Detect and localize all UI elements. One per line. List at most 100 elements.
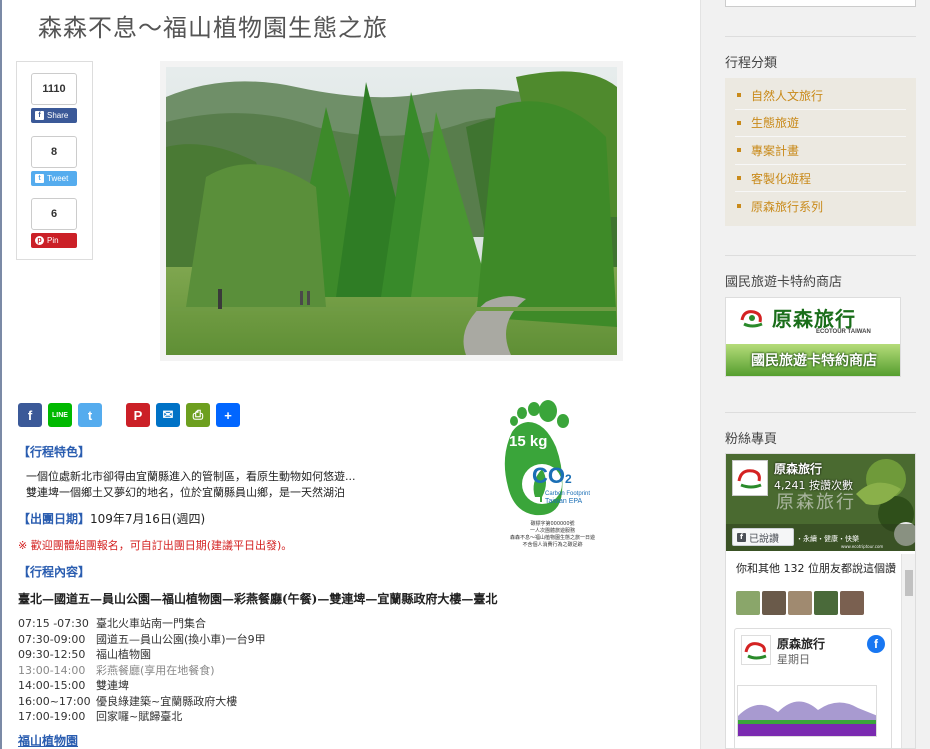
schedule-row: 17:00-19:00 回家囉~賦歸臺北 (18, 709, 266, 725)
group-notice: ※ 歡迎團體組團報名，可自訂出團日期(建議平日出發)。 (18, 539, 293, 552)
sidebar-search-input[interactable] (725, 0, 916, 7)
travel-card-banner[interactable]: 原森旅行 ECOTOUR TAIWAN 國民旅遊卡特約商店 (725, 297, 901, 377)
category-label: 原森旅行系列 (751, 199, 824, 214)
facebook-icon[interactable]: f (18, 403, 42, 427)
facebook-post-card[interactable]: 原森旅行 星期日 f (734, 628, 892, 748)
cover-tagline: ・永續・健康・快樂 (796, 535, 859, 543)
more-icon[interactable]: + (216, 403, 240, 427)
hero-photo[interactable] (166, 67, 617, 355)
schedule-time: 13:00-14:00 (18, 663, 86, 677)
schedule-row: 07:30-09:00 國道五—員山公園(換小車)一台9甲 (18, 632, 266, 648)
schedule-row: 14:00-15:00 雙連埤 (18, 678, 266, 694)
facebook-share-button[interactable]: f Share (31, 108, 77, 123)
bullet-icon (737, 148, 741, 153)
facebook-icon: f (867, 635, 885, 653)
features-text: 一個位處新北市卻得由宜蘭縣進入的管制區，看原生動物如何悠遊... 雙連埤一個鄉土… (26, 469, 356, 501)
facebook-cover[interactable]: 原森旅行 4,241 按讚次數 原森旅行 ・永續・健康・快樂 www.ecotr… (726, 454, 915, 551)
features-line: 一個位處新北市卻得由宜蘭縣進入的管制區，看原生動物如何悠遊... (26, 470, 356, 483)
avatar[interactable] (736, 591, 760, 615)
category-title: 行程分類 (725, 56, 778, 71)
avatar[interactable] (814, 591, 838, 615)
carbon-footprint-label: 15 kg CO2 Carbon Footprint Taiwan EPA 碳標… (490, 397, 615, 559)
forest-landscape-image (166, 67, 617, 355)
banner-brand: 原森旅行 (772, 307, 856, 331)
twitter-icon: t (35, 174, 44, 183)
post-avatar (741, 635, 771, 665)
schedule-time: 17:00-19:00 (18, 710, 86, 723)
carbon-caption: 碳標字第000000號 一人次團體旅遊服務 森森不息～福山植物園生態之旅一日遊 … (490, 521, 615, 549)
bullet-icon (737, 120, 741, 125)
twitter-icon[interactable]: t (78, 403, 102, 427)
schedule-desc: 彩燕餐廳(享用在地餐食) (96, 663, 215, 677)
avatar[interactable] (788, 591, 812, 615)
category-label: 生態旅遊 (751, 116, 800, 131)
pinterest-share: 6 p Pin (31, 198, 77, 248)
facebook-page-avatar[interactable] (732, 460, 768, 496)
co2-text: CO (532, 463, 565, 488)
schedule-row: 13:00-14:00 彩燕餐廳(享用在地餐食) (18, 663, 266, 679)
category-item[interactable]: 生態旅遊 (735, 110, 906, 138)
facebook-share: 1110 f Share (31, 73, 77, 123)
avatar[interactable] (840, 591, 864, 615)
cover-watermark: 原森旅行 (776, 492, 856, 513)
content-heading: 【行程內容】 (18, 565, 91, 579)
carbon-caption-line: 森森不息～福山植物園生態之旅一日遊 (509, 535, 595, 541)
category-item[interactable]: 專案計畫 (735, 137, 906, 165)
schedule-desc: 優良綠建築~宜蘭縣政府大樓 (96, 694, 238, 708)
schedule-time: 16:00~17:00 (18, 694, 91, 708)
print-icon[interactable]: ⎙ (186, 403, 210, 427)
fushan-link[interactable]: 福山植物園 (18, 732, 78, 749)
share-counter-box: 1110 f Share 8 t Tweet 6 p Pin (16, 61, 93, 260)
schedule-row: 07:15 -07:30 臺北火車站南一門集合 (18, 616, 266, 632)
schedule-row: 09:30-12:50 福山植物園 (18, 647, 266, 663)
bullet-icon (737, 176, 741, 181)
category-label: 自然人文旅行 (751, 88, 824, 103)
post-image[interactable] (737, 685, 877, 737)
twitter-share-label: Tweet (47, 174, 69, 183)
schedule-list: 07:15 -07:30 臺北火車站南一門集合 07:30-09:00 國道五—員山… (18, 616, 266, 725)
banner-store-label: 國民旅遊卡特約商店 (751, 353, 877, 369)
friend-avatars (736, 591, 864, 615)
category-item[interactable]: 客製化遊程 (735, 165, 906, 193)
route-summary: 臺北—國道五—員山公園—福山植物園—彩燕餐廳(午餐)—雙連埤—宜蘭縣政府大樓—臺… (18, 592, 498, 606)
hero-photo-frame (160, 61, 623, 361)
category-item[interactable]: 自然人文旅行 (735, 82, 906, 110)
schedule-desc: 臺北火車站南一門集合 (96, 617, 206, 630)
facebook-icon: f (35, 111, 44, 120)
category-item[interactable]: 原森旅行系列 (735, 192, 906, 220)
twitter-share-count: 8 (31, 136, 77, 168)
pinterest-share-button[interactable]: p Pin (31, 233, 77, 248)
scrollbar-thumb[interactable] (905, 570, 913, 596)
schedule-desc: 國道五—員山公園(換小車)一台9甲 (96, 632, 266, 646)
travel-card-title: 國民旅遊卡特約商店 (725, 275, 843, 290)
carbon-caption-line: 不含個人消費行為之碳足跡 (522, 542, 583, 548)
taiwan-epa-text: Taiwan EPA (545, 498, 583, 505)
twitter-share: 8 t Tweet (31, 136, 77, 186)
bullet-icon (737, 93, 741, 98)
category-label: 專案計畫 (751, 143, 800, 158)
line-icon[interactable]: LINE (48, 403, 72, 427)
facebook-icon: f (737, 532, 746, 542)
main-content: 森森不息～福山植物園生態之旅 1110 f Share 8 t Tweet 6 … (2, 0, 700, 749)
avatar[interactable] (762, 591, 786, 615)
schedule-time: 07:30-09:00 (18, 632, 86, 646)
schedule-time: 07:15 -07:30 (18, 617, 89, 630)
pinterest-share-label: Pin (47, 236, 59, 245)
fans-title: 粉絲專頁 (725, 432, 778, 447)
carbon-caption-line: 一人次團體旅遊服務 (529, 528, 575, 534)
email-icon[interactable]: ✉ (156, 403, 180, 427)
twitter-share-button[interactable]: t Tweet (31, 171, 77, 186)
pinterest-icon[interactable]: P (126, 403, 150, 427)
schedule-time: 09:30-12:50 (18, 648, 86, 661)
co2-subscript: 2 (565, 472, 572, 486)
cover-url: www.ecotriptour.com (841, 544, 884, 549)
facebook-page-name[interactable]: 原森旅行 (774, 460, 822, 477)
facebook-like-button[interactable]: f 已說讚 (732, 528, 794, 546)
post-page-name[interactable]: 原森旅行 (777, 635, 825, 652)
carbon-caption-line: 碳標字第000000號 (530, 521, 575, 527)
banner-sub: ECOTOUR TAIWAN (816, 329, 871, 335)
facebook-widget-scrollbar[interactable] (901, 554, 915, 748)
facebook-like-label: 已說讚 (749, 533, 779, 545)
carbon-weight: 15 kg (509, 433, 548, 450)
facebook-page-widget: 原森旅行 4,241 按讚次數 原森旅行 ・永續・健康・快樂 www.ecotr… (725, 453, 916, 749)
